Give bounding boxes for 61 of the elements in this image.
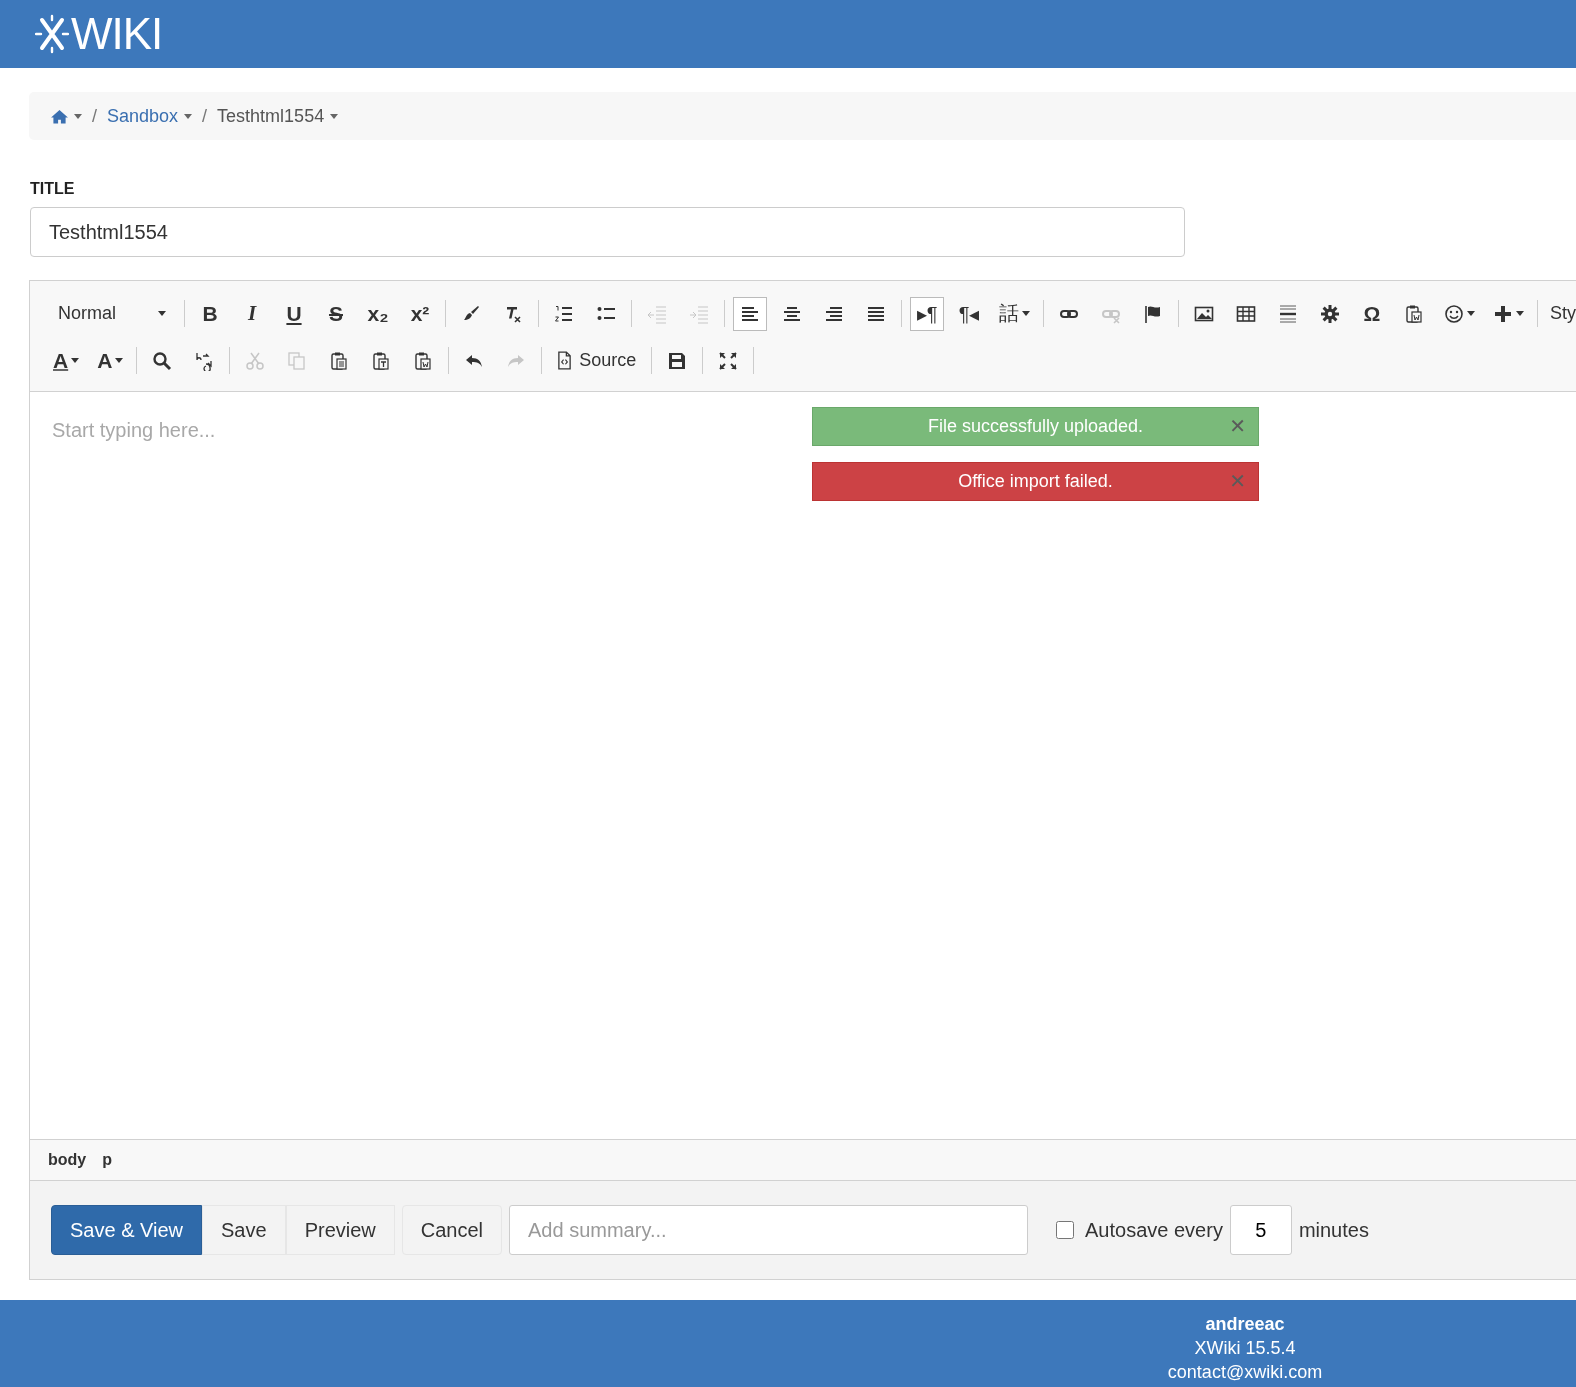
breadcrumb-link[interactable]: Sandbox [107,105,179,127]
paste-icon [329,350,350,371]
styles-dropdown[interactable]: Sty [1542,296,1576,331]
toolbar-button[interactable]: 話 [994,296,1035,331]
outdent-icon [647,303,667,324]
footer-version: XWiki 15.5.4 [1193,1337,1297,1360]
toolbar-button[interactable]: I [235,296,269,331]
footer-email[interactable]: contact@xwiki.com [1045,1360,1445,1384]
toolbar-button[interactable]: x² [403,296,437,331]
format-dropdown[interactable]: Normal [44,296,174,331]
toolbar-button[interactable]: A [92,343,129,378]
toolbar-button[interactable]: ¶◂ [952,296,986,331]
title-label: TITLE [30,180,76,198]
horizontal-rule-icon [1278,303,1298,324]
action-button[interactable]: Cancel [401,1205,503,1255]
summary-input-field[interactable]: Add summary... [509,1205,1029,1255]
toolbar-button[interactable]: B [193,296,227,331]
toolbar-button[interactable]: S [319,296,353,331]
autosave-minutes-field[interactable]: 5 [1229,1205,1292,1255]
title-input-field[interactable]: Testhtml1554 [30,207,1185,257]
breadcrumb-current[interactable]: Testhtml1554 [217,105,325,127]
settings-icon [1320,303,1340,324]
notification-message: Office import failed. [958,471,1113,492]
toolbar-button[interactable]: ▸¶ [910,296,944,331]
flag-icon [1143,303,1163,324]
maximize-icon [718,350,739,371]
action-button[interactable]: Preview [285,1205,395,1255]
toolbar-button[interactable] [733,296,767,331]
autosave-checkbox[interactable] [1056,1221,1075,1239]
search-icon [152,350,173,371]
primary-button[interactable]: Save & View [51,1205,203,1255]
autosave-label: Autosave every [1085,1218,1223,1242]
source-button[interactable]: Source [550,343,644,378]
minutes-label: minutes [1298,1218,1369,1242]
document-code-icon [557,351,573,370]
logo-icon [35,14,69,54]
toolbar-button[interactable]: U [277,296,311,331]
notification-message: File successfully uploaded. [927,416,1144,437]
logo-text[interactable]: WIKI [71,12,163,56]
caret-icon [158,311,166,316]
breadcrumb-separator: / [202,105,208,127]
element-path-item[interactable]: p [102,1151,112,1169]
smiley-icon [1444,303,1464,324]
paste-word-icon [413,350,434,371]
element-path-item[interactable]: body [48,1151,87,1169]
scissors-icon [245,350,266,371]
action-button[interactable]: Save [202,1205,286,1255]
paste-word-icon [1404,303,1424,324]
numbered-list-icon [554,303,574,324]
table-icon [1236,303,1256,324]
editor-placeholder: Start typing here... [52,419,216,442]
footer-username[interactable]: andreeac [1045,1312,1445,1336]
paste-text-icon [371,350,392,371]
indent-icon [689,303,709,324]
toolbar-button[interactable]: Ω [1355,296,1389,331]
copy-icon [287,350,308,371]
plus-icon [1493,303,1513,324]
breadcrumb-separator: / [92,105,97,127]
toolbar-button[interactable]: x₂ [361,296,395,331]
home-icon[interactable] [51,108,68,124]
toolbar-button[interactable]: A [48,343,85,378]
